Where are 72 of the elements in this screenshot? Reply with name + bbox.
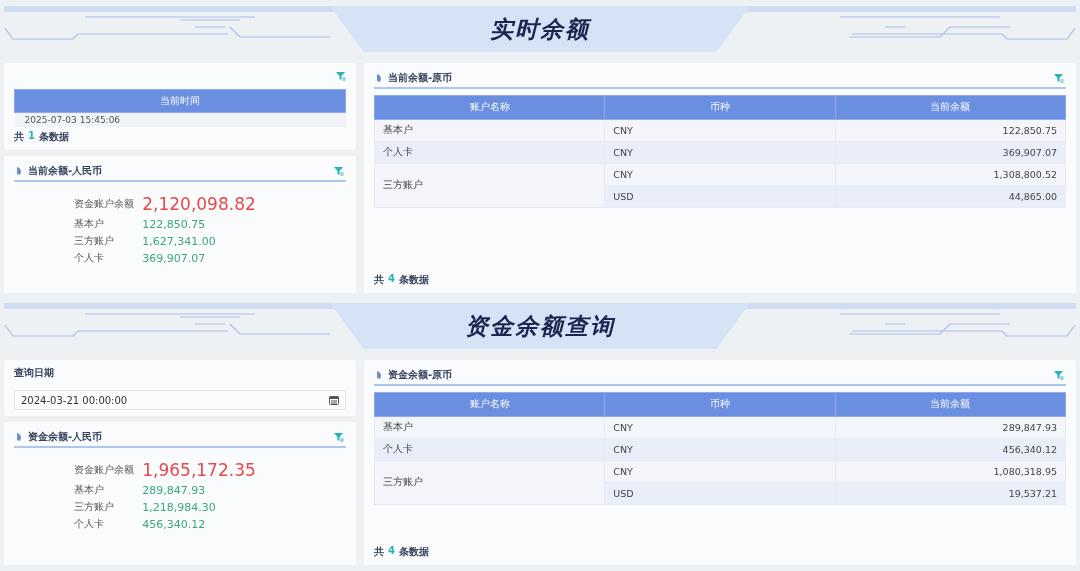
field-label: 查询日期 xyxy=(14,366,55,380)
record-count: 1 xyxy=(28,130,35,143)
record-count: 4 xyxy=(388,273,395,286)
title-marker-icon xyxy=(376,73,382,83)
table-cell: 基本户 xyxy=(374,416,605,439)
metric-value: 1,218,984.30 xyxy=(142,501,217,514)
column-header: 账户名称 xyxy=(374,392,605,417)
metric-label: 基本户 xyxy=(74,218,106,231)
table-cell: 44,865.00 xyxy=(835,185,1066,208)
metric-label: 个人卡 xyxy=(74,252,106,265)
panel-title: 资金余额-人民币 xyxy=(28,430,104,444)
table-cell: USD xyxy=(604,185,836,208)
footer-text: 共 xyxy=(374,545,384,559)
table-cell: 三方账户 xyxy=(374,460,605,505)
panel-title: 当前余额-人民币 xyxy=(28,164,104,178)
total-balance: 2,120,098.82 xyxy=(142,194,256,214)
metric-value: 369,907.07 xyxy=(142,252,207,265)
filter-icon[interactable] xyxy=(1053,72,1064,84)
table-cell: 289,847.93 xyxy=(835,416,1066,439)
footer-text: 条数据 xyxy=(398,273,429,287)
section-title: 资金余额查询 xyxy=(465,311,615,341)
filter-icon[interactable] xyxy=(333,165,344,177)
table-cell: 456,340.12 xyxy=(835,438,1066,461)
footer-text: 条数据 xyxy=(38,130,69,144)
table-cell: CNY xyxy=(604,438,836,461)
metric-value: 289,847.93 xyxy=(142,484,207,497)
metric-value: 456,340.12 xyxy=(142,518,207,531)
table-cell: 三方账户 xyxy=(374,163,605,208)
table-cell: USD xyxy=(604,482,836,505)
metric-label: 基本户 xyxy=(74,484,106,497)
date-field[interactable]: 2024-03-21 00:00:00 xyxy=(14,390,346,410)
table-cell: 122,850.75 xyxy=(835,119,1066,142)
column-header: 当前余额 xyxy=(835,95,1066,120)
title-marker-icon xyxy=(376,370,382,380)
panel-title: 当前余额-原币 xyxy=(388,71,454,85)
column-header: 账户名称 xyxy=(374,95,605,120)
metric-label: 三方账户 xyxy=(74,501,116,514)
table-cell: CNY xyxy=(604,460,836,483)
table-cell: 基本户 xyxy=(374,119,605,142)
table-cell: 19,537.21 xyxy=(835,482,1066,505)
column-header: 币种 xyxy=(604,95,836,120)
title-marker-icon xyxy=(16,166,22,176)
table-cell: CNY xyxy=(604,163,836,186)
metric-value: 1,627,341.00 xyxy=(142,235,217,248)
filter-icon[interactable] xyxy=(335,70,346,82)
table-cell: 1,080,318.95 xyxy=(835,460,1066,483)
calendar-icon[interactable] xyxy=(329,395,339,405)
footer-text: 条数据 xyxy=(398,545,429,559)
table-cell: CNY xyxy=(604,416,836,439)
footer-text: 共 xyxy=(374,273,384,287)
table-cell: 369,907.07 xyxy=(835,141,1066,164)
total-balance: 1,965,172.35 xyxy=(142,460,256,480)
section-title: 实时余额 xyxy=(490,14,590,44)
column-header: 当前余额 xyxy=(835,392,1066,417)
metric-label: 三方账户 xyxy=(74,235,116,248)
table-cell: CNY xyxy=(604,119,836,142)
column-header: 当前时间 xyxy=(14,89,346,113)
table-cell: 个人卡 xyxy=(374,438,605,461)
panel-title: 资金余额-原币 xyxy=(388,368,454,382)
column-header: 币种 xyxy=(604,392,836,417)
metric-value: 122,850.75 xyxy=(142,218,207,231)
filter-icon[interactable] xyxy=(1053,369,1064,381)
metric-label: 资金账户余额 xyxy=(74,463,135,477)
table-cell: CNY xyxy=(604,141,836,164)
metric-label: 资金账户余额 xyxy=(74,197,135,211)
footer-text: 共 xyxy=(14,130,24,144)
table-cell: 个人卡 xyxy=(374,141,605,164)
metric-label: 个人卡 xyxy=(74,518,106,531)
filter-icon[interactable] xyxy=(333,431,344,443)
record-count: 4 xyxy=(388,545,395,558)
title-marker-icon xyxy=(16,432,22,442)
table-cell: 1,308,800.52 xyxy=(835,163,1066,186)
